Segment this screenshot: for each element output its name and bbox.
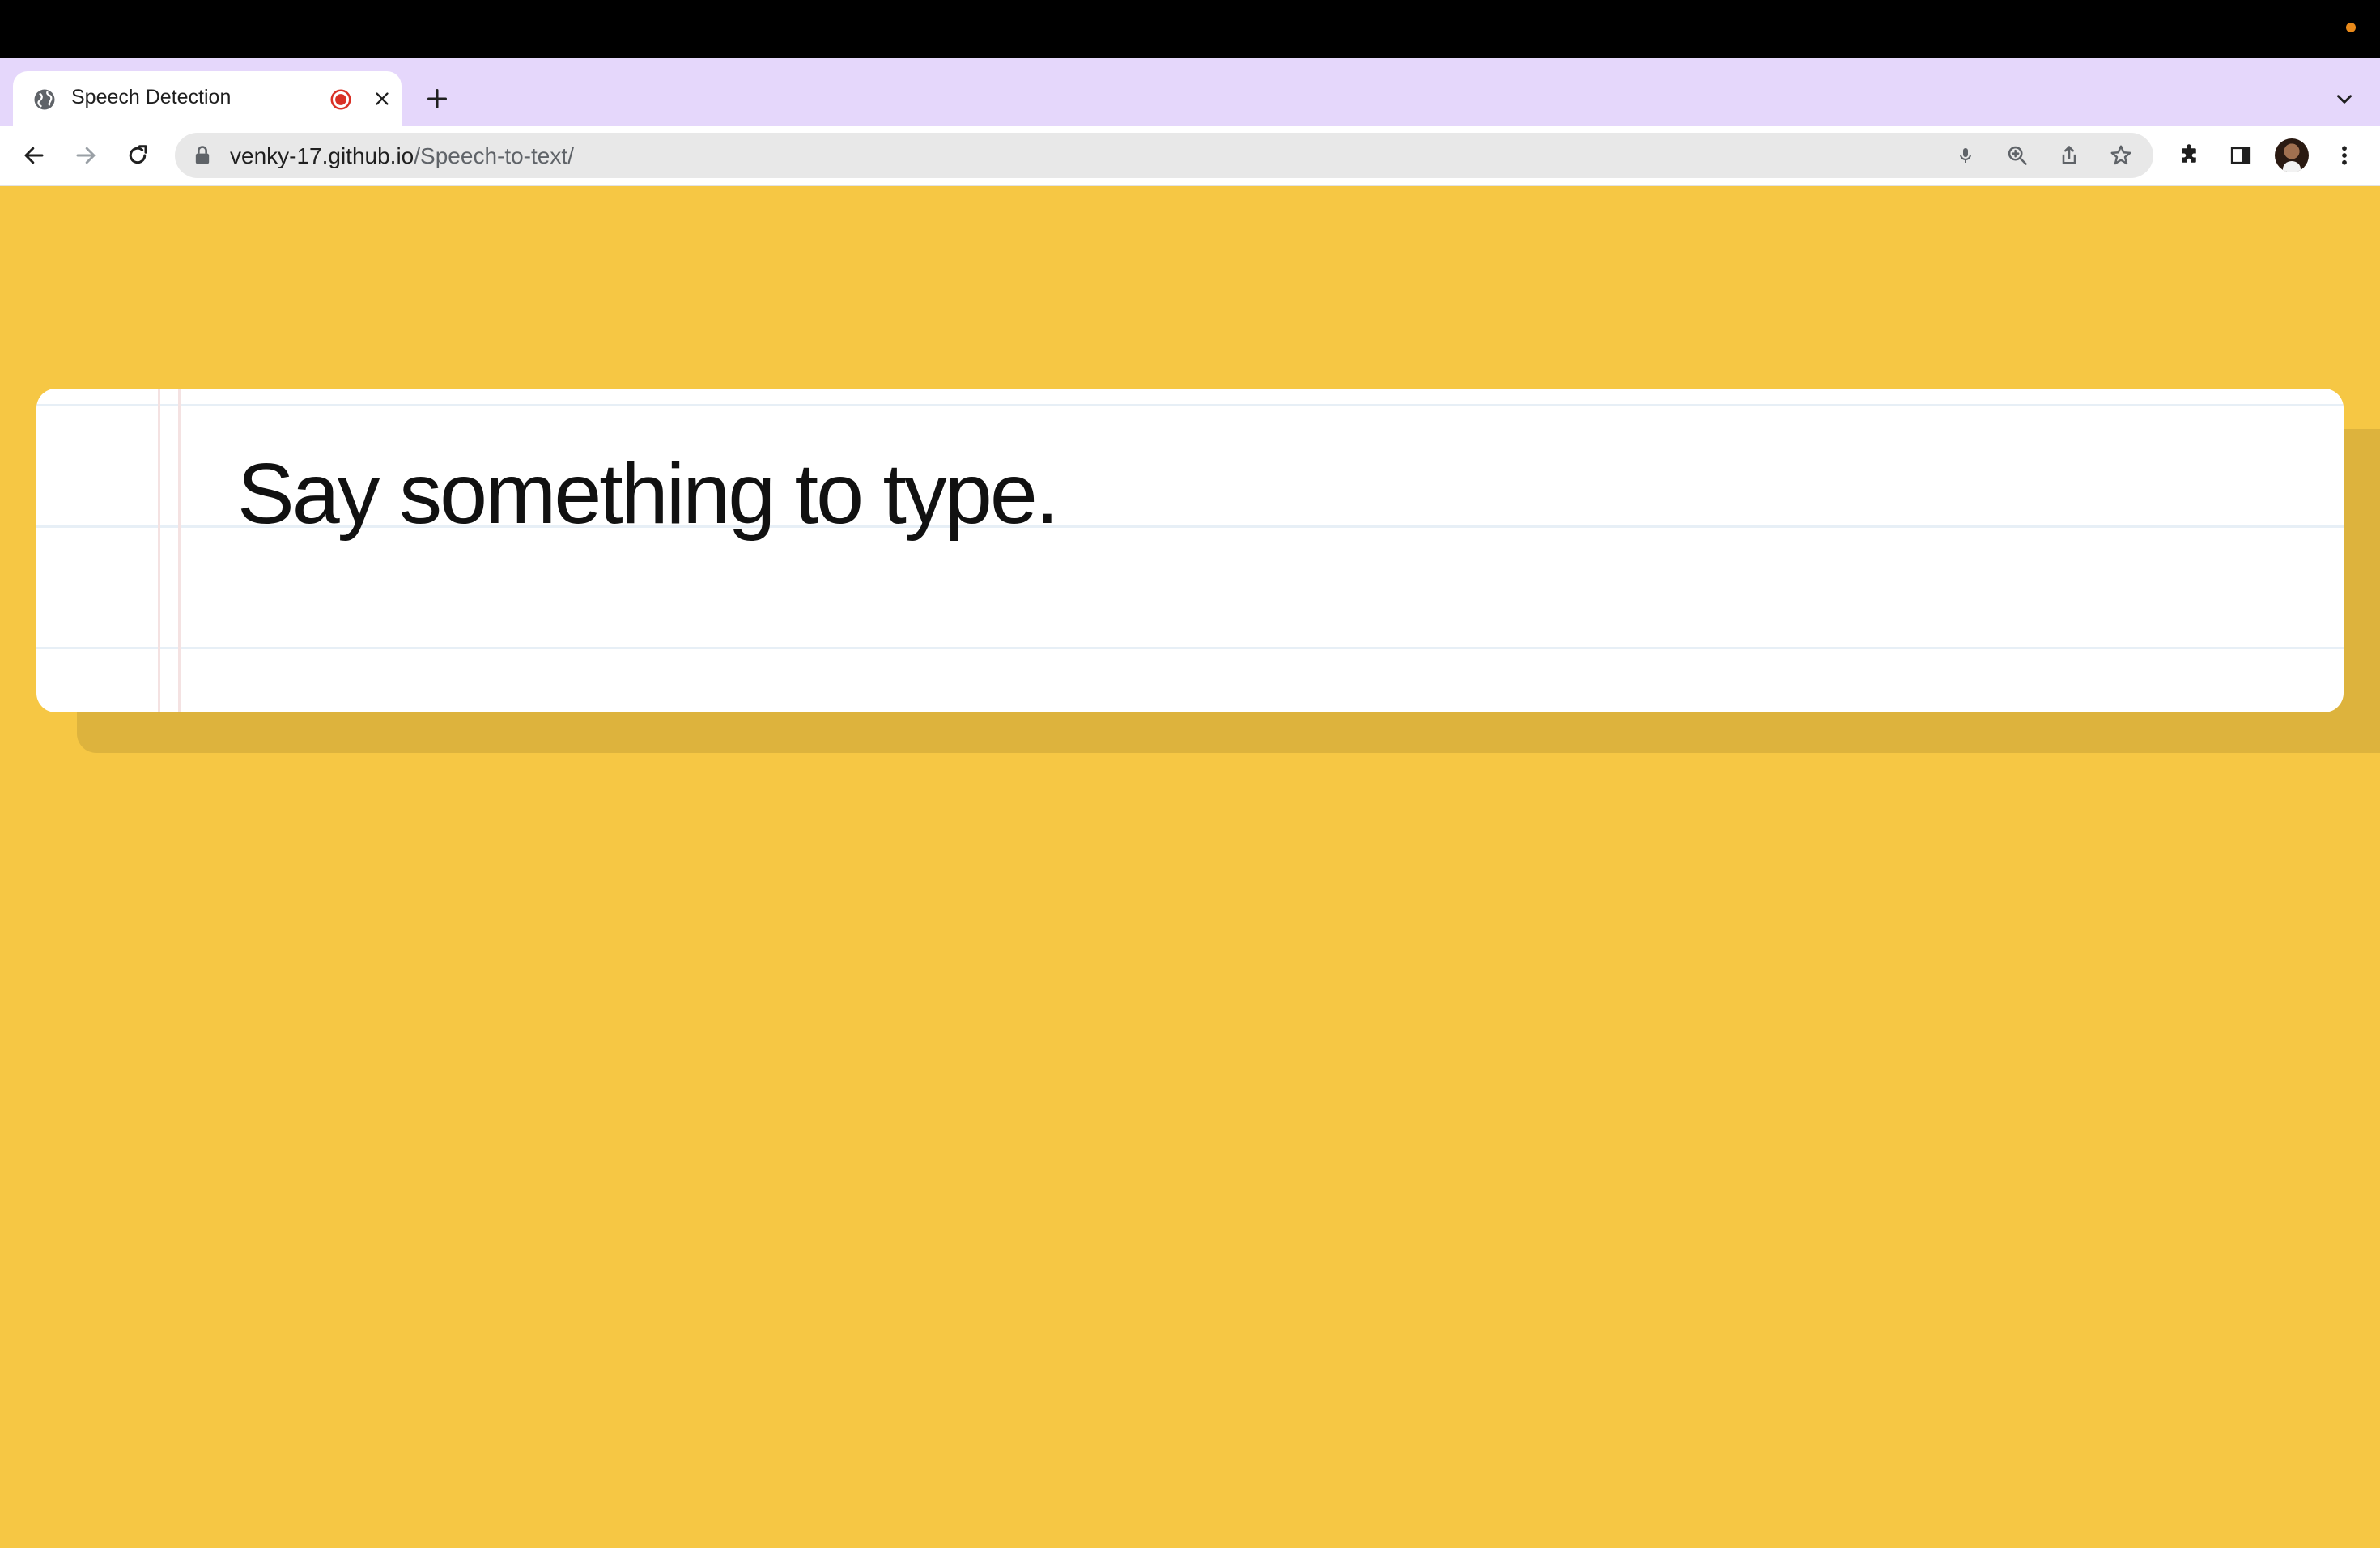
microphone-icon[interactable] (1951, 141, 1980, 170)
tab-title: Speech Detection (71, 86, 232, 108)
star-icon[interactable] (2106, 141, 2136, 170)
recording-icon[interactable] (329, 87, 353, 112)
forward-icon[interactable] (68, 138, 104, 173)
paper-rule-line (36, 404, 2344, 406)
globe-icon (34, 89, 55, 110)
avatar[interactable] (2275, 138, 2309, 172)
url-domain: venky-17.github.io (230, 143, 414, 168)
url-text[interactable]: venky-17.github.io/Speech-to-text/ (230, 143, 574, 169)
reload-icon[interactable] (120, 138, 155, 173)
transcript-text: Say something to type. (237, 446, 1059, 542)
paper-margin-line (178, 389, 181, 712)
close-tab-icon[interactable] (368, 84, 397, 113)
lock-icon[interactable] (191, 144, 214, 167)
paper-margin-line (158, 389, 160, 712)
os-top-bar (0, 0, 2380, 58)
recording-indicator-dot (2346, 23, 2356, 32)
tab-speech-detection[interactable]: Speech Detection (13, 71, 402, 128)
new-tab-icon[interactable] (421, 83, 453, 115)
chevron-down-icon[interactable] (2328, 83, 2361, 115)
zoom-icon[interactable] (2003, 141, 2032, 170)
address-bar[interactable]: venky-17.github.io/Speech-to-text/ (175, 133, 2153, 178)
paper-rule-line (36, 647, 2344, 649)
url-path: /Speech-to-text/ (414, 143, 574, 168)
notebook-paper[interactable]: Say something to type. (36, 389, 2344, 712)
side-panel-icon[interactable] (2223, 138, 2259, 173)
share-icon[interactable] (2055, 141, 2084, 170)
extensions-icon[interactable] (2171, 138, 2207, 173)
back-icon[interactable] (16, 138, 52, 173)
browser-toolbar: venky-17.github.io/Speech-to-text/ (0, 126, 2380, 186)
menu-icon[interactable] (2327, 138, 2362, 173)
